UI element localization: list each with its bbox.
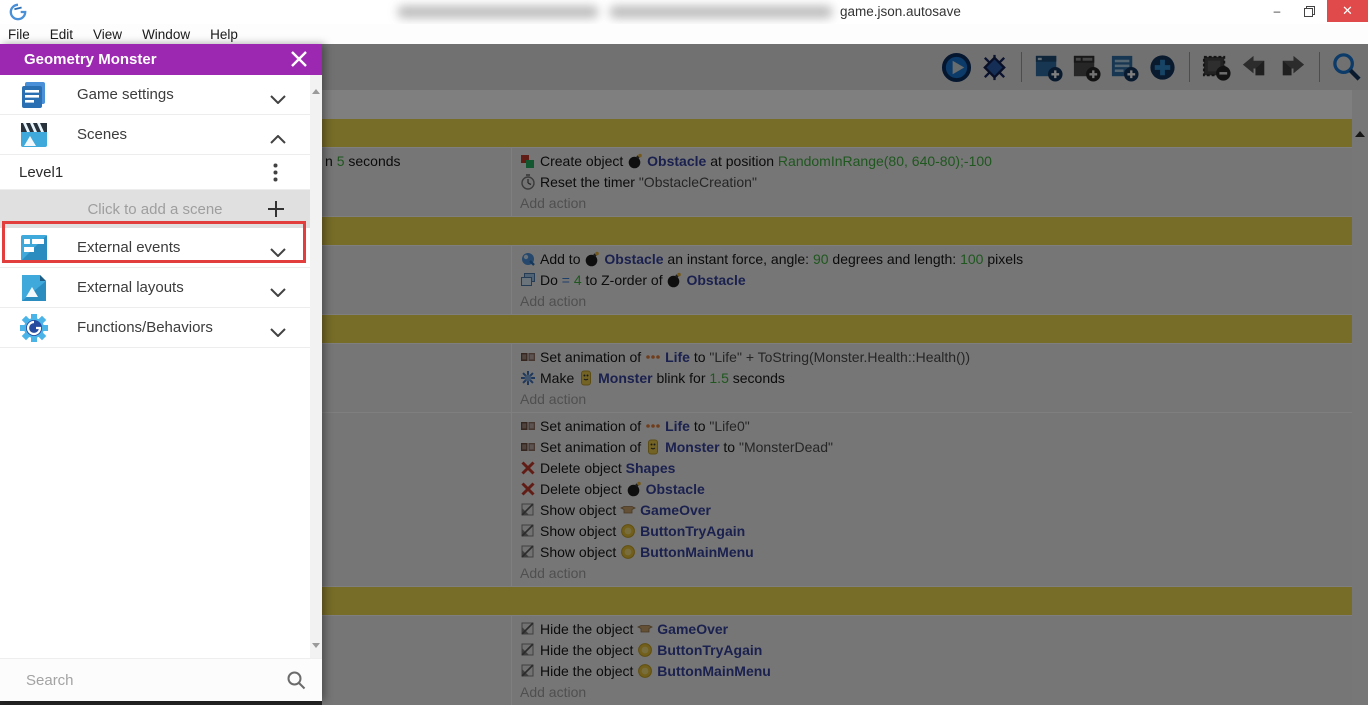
search-icon[interactable] <box>286 670 306 690</box>
project-manager-header: Geometry Monster <box>0 44 322 75</box>
scroll-down-icon[interactable] <box>312 635 320 653</box>
title-bar: game.json.autosave – ✕ <box>0 0 1368 24</box>
scene-name: Level1 <box>19 163 64 181</box>
sidebar-item-label: External layouts <box>77 279 184 296</box>
app-logo-icon <box>9 3 27 21</box>
game-settings-icon <box>18 79 50 111</box>
minimize-button[interactable]: – <box>1262 0 1292 22</box>
plus-icon <box>267 200 285 223</box>
main-area: n 5 secondsCreate object Obstacle at pos… <box>0 44 1368 705</box>
sidebar-search <box>0 658 322 701</box>
project-title: Geometry Monster <box>24 51 157 68</box>
external-events-icon <box>18 232 50 264</box>
window-title: game.json.autosave <box>840 4 961 19</box>
sidebar-item-label: Game settings <box>77 86 174 103</box>
menu-view[interactable]: View <box>83 27 132 42</box>
kebab-menu-icon[interactable] <box>273 163 278 187</box>
restore-button[interactable] <box>1294 0 1324 22</box>
sidebar-item-label: External events <box>77 239 181 256</box>
menu-window[interactable]: Window <box>132 27 200 42</box>
chevron-down-icon <box>270 284 286 302</box>
close-icon[interactable] <box>290 50 308 68</box>
menu-edit[interactable]: Edit <box>40 27 83 42</box>
add-scene-label: Click to add a scene <box>87 200 223 218</box>
sidebar-scrollbar[interactable] <box>310 75 322 659</box>
sidebar-item-external-events[interactable]: External events <box>0 228 310 268</box>
sidebar-item-external-layouts[interactable]: External layouts <box>0 268 310 308</box>
chevron-down-icon <box>270 244 286 262</box>
blurred-title-segment <box>398 6 598 18</box>
menu-bar: File Edit View Window Help <box>0 24 1368 44</box>
project-manager-list: Game settings Scenes Level1 Click to add… <box>0 75 310 659</box>
scene-item-level1[interactable]: Level1 <box>0 155 310 190</box>
scenes-icon <box>18 119 50 151</box>
functions-behaviors-icon <box>18 312 50 344</box>
chevron-up-icon <box>270 131 286 149</box>
search-input[interactable] <box>24 670 258 690</box>
sidebar-item-game-settings[interactable]: Game settings <box>0 75 310 115</box>
close-window-button[interactable]: ✕ <box>1327 0 1368 22</box>
chevron-down-icon <box>270 91 286 109</box>
blurred-title-segment <box>610 6 832 18</box>
sidebar-item-label: Scenes <box>77 126 128 143</box>
add-scene-button[interactable]: Click to add a scene <box>0 190 310 228</box>
external-layouts-icon <box>18 272 50 304</box>
sidebar-item-scenes[interactable]: Scenes <box>0 115 310 155</box>
sidebar-item-functions-behaviors[interactable]: Functions/Behaviors <box>0 308 310 348</box>
sidebar-item-label: Functions/Behaviors <box>77 319 213 336</box>
project-manager-drawer: Geometry Monster Game settings Scenes Le… <box>0 44 322 701</box>
scroll-up-icon[interactable] <box>312 81 320 99</box>
menu-help[interactable]: Help <box>200 27 248 42</box>
chevron-down-icon <box>270 324 286 342</box>
menu-file[interactable]: File <box>0 27 40 42</box>
